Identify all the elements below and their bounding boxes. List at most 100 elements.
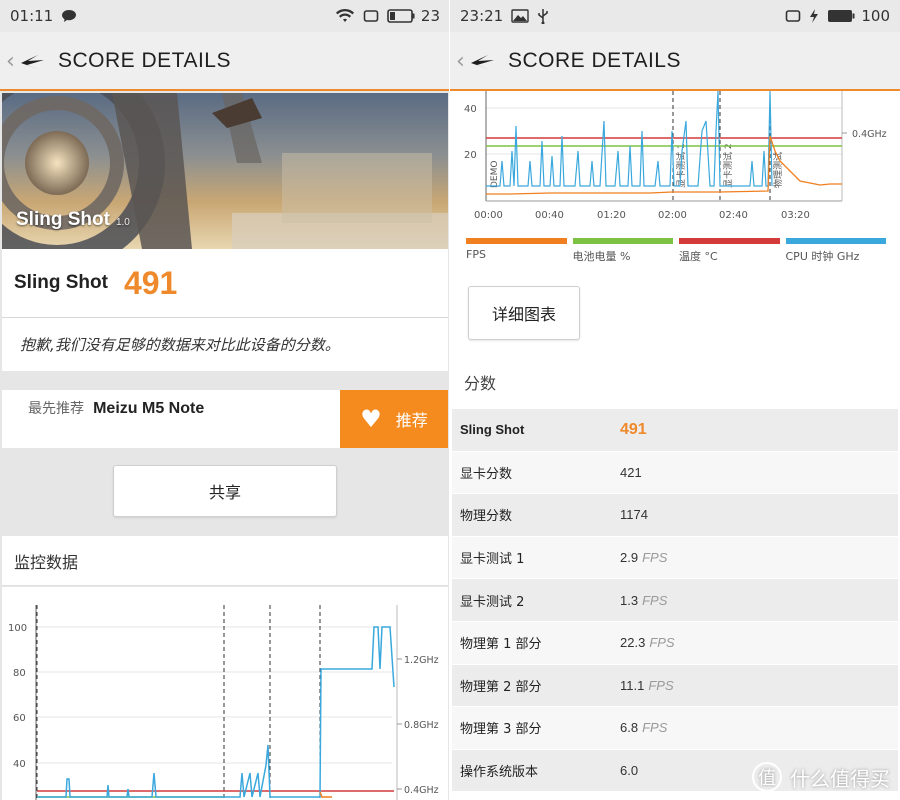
table-row: 物理第 1 部分 22.3 FPS — [452, 621, 898, 665]
status-time-right: 23:21 — [460, 7, 504, 25]
row-number: 22.3 — [620, 635, 646, 651]
recommend-prefix: 最先推荐 — [28, 401, 84, 417]
charging-icon — [809, 9, 819, 23]
battery-level: 23 — [420, 7, 440, 25]
row-value: 491 — [620, 420, 647, 438]
usb-icon — [537, 8, 549, 24]
marker-demo: DEMO — [490, 161, 500, 188]
row-value: 1174 — [620, 507, 648, 523]
row-label: 物理第 1 部分 — [460, 637, 542, 653]
monitoring-chart-svg: 100 80 60 40 1.2GHz 0.8GHz 0.4GHz — [8, 605, 439, 800]
app-header-right: ‹ SCORE DETAILS — [450, 32, 900, 90]
banner-title: Sling Shot 1.0 — [16, 209, 130, 231]
wifi-icon — [335, 8, 355, 24]
detail-chart-button[interactable]: 详细图表 — [468, 286, 580, 340]
page-title-right: SCORE DETAILS — [508, 49, 681, 72]
detail-chart-button-label: 详细图表 — [491, 305, 556, 324]
table-row: 物理第 2 部分 11.1 FPS — [452, 664, 898, 708]
row-number: 2.9 — [620, 550, 639, 566]
image-icon — [511, 9, 529, 23]
3dmark-logo-icon — [21, 55, 44, 70]
table-row: 物理分数 1174 — [452, 494, 898, 537]
table-row: 显卡测试 2 1.3 FPS — [452, 579, 898, 622]
recommend-button[interactable]: ♥ 推荐 — [340, 390, 448, 448]
row-value: 22.3 FPS — [612, 635, 675, 650]
x-tick-0040: 00:40 — [535, 210, 564, 221]
table-row: 物理第 3 部分 6.8 FPS — [452, 707, 898, 750]
legend-cpu-swatch — [785, 238, 886, 244]
recommend-button-label: 推荐 — [395, 411, 428, 430]
row-label: 操作系统版本 — [460, 765, 539, 781]
x-tick-0120: 01:20 — [597, 210, 626, 221]
row-label: Sling Shot — [460, 422, 525, 438]
row-unit: FPS — [648, 677, 674, 693]
chart-legend: FPS 电池电量 % 温度 °C CPU 时钟 GHz — [466, 238, 886, 264]
table-row: 显卡分数 421 — [452, 451, 898, 495]
back-chevron-icon-right[interactable]: ‹ — [456, 49, 468, 74]
row-label: 显卡分数 — [460, 466, 513, 482]
left-screenshot: 01:11 23 ‹ SCORE DETAILS Sling Shot 1.0 … — [0, 0, 450, 800]
score-table: Sling Shot 491 显卡分数 421 物理分数 1174 显卡测试 1… — [452, 409, 898, 793]
legend-temperature: 温度 °C — [679, 238, 780, 264]
row-label: 显卡测试 2 — [460, 594, 525, 610]
status-time: 01:11 — [10, 7, 54, 25]
recommended-device[interactable]: Meizu M5 Note — [93, 400, 204, 417]
status-bar-right: 23:21 100 — [450, 0, 900, 32]
x-tick-0320: 03:20 — [781, 210, 810, 221]
watermark-text: 什么值得买 — [790, 766, 890, 791]
app-header: ‹ SCORE DETAILS — [0, 32, 450, 90]
share-button[interactable]: 共享 — [113, 465, 337, 517]
freq-tick-1-2: 1.2GHz — [404, 655, 439, 666]
freq-tick-0-4: 0.4GHz — [404, 785, 439, 796]
header-accent-line — [0, 89, 450, 91]
freq-tick-0-8: 0.8GHz — [404, 720, 439, 731]
row-unit: FPS — [642, 720, 668, 736]
battery-level-right: 100 — [861, 7, 890, 25]
row-number: 11.1 — [620, 677, 645, 693]
x-tick-0000: 00:00 — [474, 210, 503, 221]
r-freq-tick-0-4: 0.4GHz — [852, 129, 887, 140]
r-y-tick-40: 40 — [464, 104, 477, 115]
watermark: 值 什么值得买 — [752, 762, 890, 792]
score-value: 491 — [123, 264, 178, 301]
screen-icon-right — [785, 9, 801, 23]
y-tick-60: 60 — [13, 713, 26, 724]
row-label: 物理第 2 部分 — [460, 679, 542, 695]
row-number: 1.3 — [620, 592, 639, 608]
legend-battery: 电池电量 % — [572, 238, 673, 264]
legend-fps-swatch — [466, 238, 567, 244]
comparison-note: 抱歉,我们没有足够的数据来对比此设备的分数。 — [2, 317, 448, 371]
table-row: Sling Shot 491 — [452, 409, 898, 452]
banner-title-text: Sling Shot — [16, 209, 110, 230]
row-value: 2.9 FPS — [612, 550, 667, 565]
table-row: 显卡测试 1 2.9 FPS — [452, 536, 898, 580]
monitoring-title: 监控数据 — [14, 552, 79, 572]
row-value: 1.3 FPS — [612, 593, 667, 608]
x-tick-0240: 02:40 — [719, 210, 748, 221]
legend-fps: FPS — [466, 238, 567, 264]
x-tick-0200: 02:00 — [658, 210, 687, 221]
row-label: 物理第 3 部分 — [460, 722, 542, 738]
legend-cpu: CPU 时钟 GHz — [785, 238, 886, 264]
y-tick-40: 40 — [13, 759, 26, 770]
legend-fps-label: FPS — [466, 248, 486, 261]
legend-battery-swatch — [572, 238, 673, 244]
watermark-logo-icon: 值 — [752, 762, 782, 792]
row-value: 11.1 FPS — [612, 678, 674, 693]
legend-cpu-label: CPU 时钟 GHz — [785, 250, 860, 263]
row-number: 6.8 — [620, 720, 639, 736]
y-tick-80: 80 — [13, 668, 26, 679]
legend-temperature-swatch — [679, 238, 780, 244]
row-value: 6.8 FPS — [612, 720, 667, 735]
share-button-label: 共享 — [208, 483, 241, 502]
row-label: 物理分数 — [460, 509, 513, 525]
back-chevron-icon[interactable]: ‹ — [6, 49, 18, 74]
row-unit: FPS — [642, 592, 668, 608]
screen-icon — [363, 9, 379, 23]
right-screenshot: 23:21 100 ‹ SCORE DETAILS 40 20 0.4GHz 0… — [450, 0, 900, 800]
scores-section-title: 分数 — [464, 374, 497, 393]
recommendation: 最先推荐 Meizu M5 Note — [2, 390, 340, 448]
sling-shot-banner: Sling Shot 1.0 — [2, 93, 448, 249]
score-card: Sling Shot 491 — [2, 249, 448, 317]
legend-battery-label: 电池电量 % — [572, 250, 631, 263]
